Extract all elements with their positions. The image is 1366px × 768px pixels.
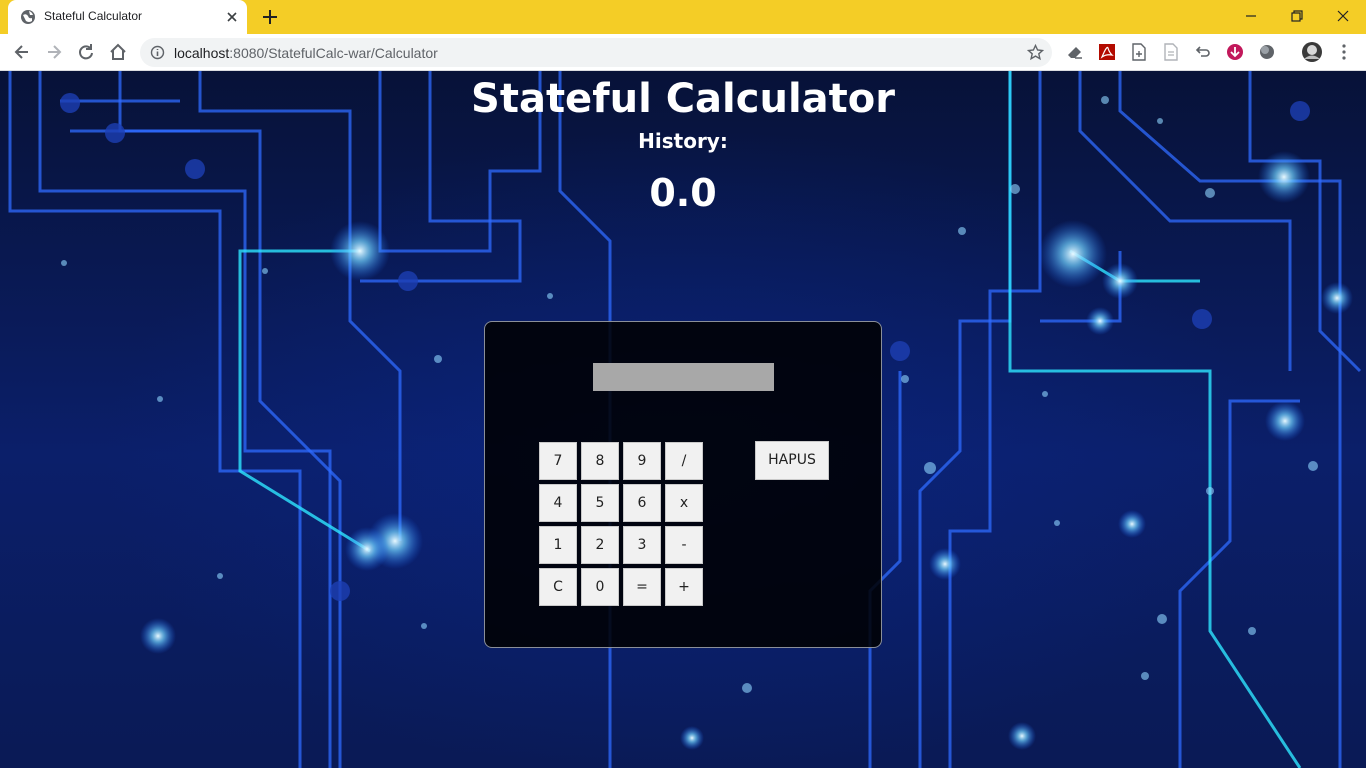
download-extension-icon[interactable] xyxy=(1226,43,1244,61)
key-3[interactable]: 3 xyxy=(623,526,661,564)
url-host: localhost xyxy=(174,45,230,61)
browser-titlebar: Stateful Calculator xyxy=(0,0,1366,34)
page-content: Stateful Calculator History: 0.0 7 8 9 /… xyxy=(0,71,1366,768)
key-5[interactable]: 5 xyxy=(581,484,619,522)
eraser-extension-icon[interactable] xyxy=(1066,43,1084,61)
close-tab-icon[interactable] xyxy=(225,10,239,24)
globe-icon xyxy=(21,10,35,24)
profile-avatar-icon[interactable] xyxy=(1301,41,1323,63)
key-multiply[interactable]: x xyxy=(665,484,703,522)
key-4[interactable]: 4 xyxy=(539,484,577,522)
address-bar[interactable]: localhost:8080/StatefulCalc-war/Calculat… xyxy=(140,38,1052,67)
tab-title: Stateful Calculator xyxy=(44,9,143,23)
key-clear[interactable]: C xyxy=(539,568,577,606)
key-0[interactable]: 0 xyxy=(581,568,619,606)
bookmark-star-icon[interactable] xyxy=(1027,44,1044,61)
calculator-panel: 7 8 9 / 4 5 6 x 1 2 3 - C 0 = + HAPUS xyxy=(484,321,882,648)
page-title: Stateful Calculator xyxy=(471,76,895,122)
home-icon[interactable] xyxy=(108,42,128,62)
key-equals[interactable]: = xyxy=(623,568,661,606)
key-9[interactable]: 9 xyxy=(623,442,661,480)
minimize-icon[interactable] xyxy=(1243,8,1259,24)
key-1[interactable]: 1 xyxy=(539,526,577,564)
document-extension-icon[interactable] xyxy=(1162,43,1180,61)
key-8[interactable]: 8 xyxy=(581,442,619,480)
link-extension-icon[interactable] xyxy=(1194,43,1212,61)
menu-kebab-icon[interactable] xyxy=(1335,43,1353,61)
page-add-extension-icon[interactable] xyxy=(1130,43,1148,61)
history-label: History: xyxy=(638,129,728,153)
calculator-input[interactable] xyxy=(593,363,774,391)
browser-tab[interactable]: Stateful Calculator xyxy=(8,0,247,34)
close-window-icon[interactable] xyxy=(1335,8,1351,24)
restore-icon[interactable] xyxy=(1289,8,1305,24)
url-path: :8080/StatefulCalc-war/Calculator xyxy=(229,45,438,61)
key-subtract[interactable]: - xyxy=(665,526,703,564)
info-icon[interactable] xyxy=(150,45,165,60)
hapus-button[interactable]: HAPUS xyxy=(755,441,829,480)
key-2[interactable]: 2 xyxy=(581,526,619,564)
key-7[interactable]: 7 xyxy=(539,442,577,480)
reload-icon[interactable] xyxy=(76,42,96,62)
pdf-extension-icon[interactable] xyxy=(1098,43,1116,61)
key-divide[interactable]: / xyxy=(665,442,703,480)
key-add[interactable]: + xyxy=(665,568,703,606)
url-text[interactable]: localhost:8080/StatefulCalc-war/Calculat… xyxy=(174,45,438,61)
circle-extension-icon[interactable] xyxy=(1258,43,1276,61)
result-display: 0.0 xyxy=(649,171,717,215)
forward-icon[interactable] xyxy=(44,42,64,62)
key-6[interactable]: 6 xyxy=(623,484,661,522)
new-tab-icon[interactable] xyxy=(261,8,279,26)
back-icon[interactable] xyxy=(12,42,32,62)
browser-toolbar: localhost:8080/StatefulCalc-war/Calculat… xyxy=(0,34,1366,71)
